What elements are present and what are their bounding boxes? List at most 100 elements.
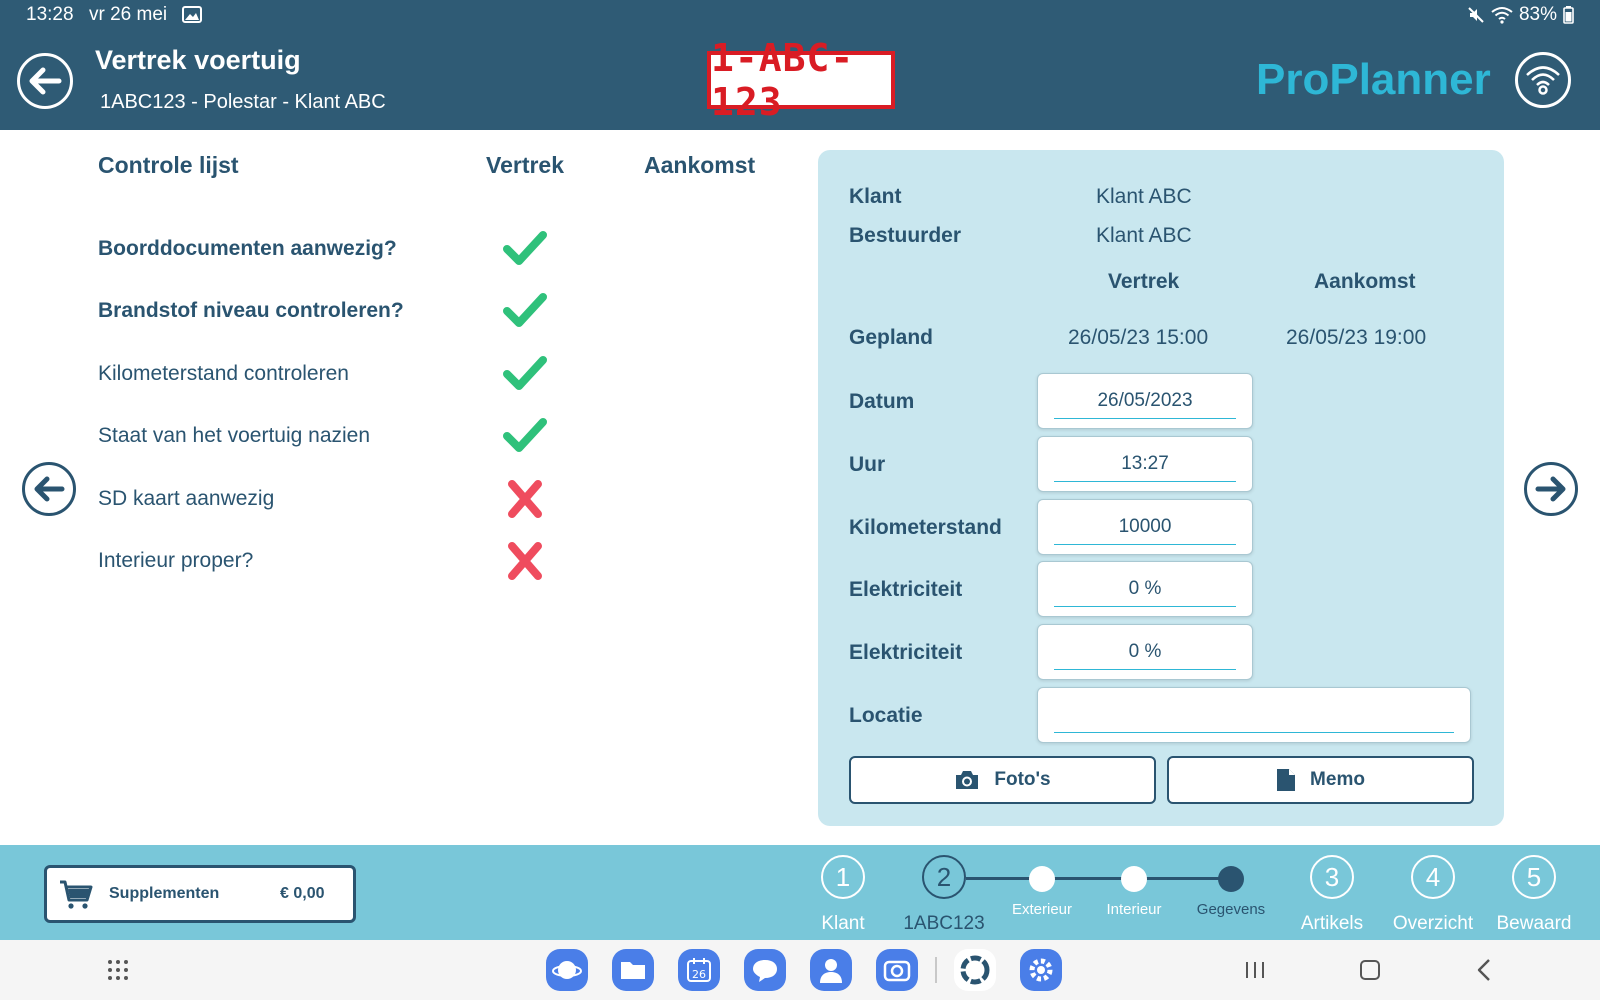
checklist-item-label: Boorddocumenten aanwezig? <box>98 237 397 260</box>
settings-app-icon[interactable] <box>1020 949 1062 991</box>
back-button[interactable] <box>17 53 73 109</box>
battery-percent: 83% <box>1518 4 1557 25</box>
home-icon[interactable] <box>1359 959 1381 981</box>
checklist-col-arrival: Aankomst <box>644 152 756 178</box>
substep-data[interactable] <box>1218 866 1244 892</box>
cross-icon[interactable] <box>502 542 548 580</box>
app-logo: ProPlanner <box>1256 55 1491 104</box>
calendar-app-icon[interactable]: 26 <box>678 949 720 991</box>
checklist-item-label: Interieur proper? <box>98 549 254 572</box>
license-plate: 1-ABC-123 <box>707 36 895 124</box>
image-icon <box>182 6 202 23</box>
nav-back-icon[interactable] <box>1476 958 1492 982</box>
photos-button-label: Foto's <box>994 769 1051 790</box>
messages-app-icon[interactable] <box>744 949 786 991</box>
wifi-icon <box>1491 7 1513 24</box>
svg-text:26: 26 <box>692 968 706 981</box>
camera-app-icon[interactable] <box>876 949 918 991</box>
camera-icon <box>883 960 911 982</box>
arrow-right-icon <box>1535 476 1566 502</box>
next-button[interactable] <box>1524 462 1578 516</box>
location-input[interactable] <box>1037 687 1471 743</box>
checklist-item-label: Kilometerstand controleren <box>98 362 349 385</box>
check-icon[interactable] <box>502 291 548 329</box>
electricity-input-2[interactable]: 0 % <box>1037 624 1253 680</box>
contacts-app-icon[interactable] <box>810 949 852 991</box>
date-label: Datum <box>849 390 915 413</box>
chat-bubble-icon <box>753 960 777 982</box>
status-bar: 13:28 vr 26 mei 83% <box>0 0 1600 32</box>
planned-label: Gepland <box>849 326 934 349</box>
panel-col-arrival: Aankomst <box>1314 270 1416 293</box>
mute-icon <box>1468 7 1484 23</box>
step-2-button[interactable]: 2 <box>922 855 966 899</box>
photos-button[interactable]: Foto's <box>849 756 1156 804</box>
status-time: 13:28 <box>26 4 74 25</box>
camera-icon <box>956 771 979 789</box>
app-drawer-icon[interactable] <box>106 958 130 982</box>
license-plate-text: 1-ABC-123 <box>711 36 855 124</box>
memo-button-label: Memo <box>1310 769 1365 790</box>
substep-exterior[interactable] <box>1029 866 1055 892</box>
mileage-input[interactable]: 10000 <box>1037 499 1253 555</box>
date-input[interactable]: 26/05/2023 <box>1037 373 1253 429</box>
step-1-button[interactable]: 1 <box>821 855 865 899</box>
step-5-button[interactable]: 5 <box>1512 855 1556 899</box>
mileage-label: Kilometerstand <box>849 516 1002 539</box>
planned-departure: 26/05/23 15:00 <box>1068 326 1209 349</box>
memo-button[interactable]: Memo <box>1167 756 1474 804</box>
check-icon[interactable] <box>502 416 548 454</box>
shopping-cart-icon <box>60 880 93 909</box>
signal-icon[interactable] <box>1515 52 1571 108</box>
checklist-item-label: Staat van het voertuig nazien <box>98 424 371 447</box>
page-subtitle: 1ABC123 - Polestar - Klant ABC <box>100 91 386 113</box>
arrow-left-icon <box>29 67 62 95</box>
step-4-button[interactable]: 4 <box>1411 855 1455 899</box>
page-title: Vertrek voertuig <box>95 45 301 75</box>
customer-label: Klant <box>849 185 902 208</box>
electricity-label-2: Elektriciteit <box>849 641 963 664</box>
driver-value: Klant ABC <box>1096 224 1192 247</box>
step-5-label: Bewaard <box>1496 913 1572 934</box>
previous-button[interactable] <box>22 462 76 516</box>
dock-divider <box>935 957 937 983</box>
supplements-amount: € 0,00 <box>280 885 325 902</box>
ring-icon <box>960 955 990 985</box>
person-icon <box>820 959 842 983</box>
gear-icon <box>1029 958 1053 982</box>
battery-icon <box>1563 6 1574 24</box>
check-icon[interactable] <box>502 229 548 267</box>
files-app-icon[interactable] <box>612 949 654 991</box>
electricity-input[interactable]: 0 % <box>1037 561 1253 617</box>
time-label: Uur <box>849 453 886 476</box>
substep-interior[interactable] <box>1121 866 1147 892</box>
checklist-title: Controle lijst <box>98 152 239 178</box>
checklist-col-departure: Vertrek <box>486 152 565 178</box>
step-3-button[interactable]: 3 <box>1310 855 1354 899</box>
proplanner-app-icon[interactable] <box>954 949 996 991</box>
recent-apps-icon[interactable] <box>1243 960 1267 980</box>
driver-label: Bestuurder <box>849 224 962 247</box>
status-date: vr 26 mei <box>89 4 168 25</box>
cross-icon[interactable] <box>502 480 548 518</box>
step-2-label: 1ABC123 <box>903 913 985 934</box>
status-icons: 83% <box>1467 4 1574 26</box>
internet-app-icon[interactable] <box>546 949 588 991</box>
customer-value: Klant ABC <box>1096 185 1192 208</box>
electricity-label: Elektriciteit <box>849 578 963 601</box>
substep-connector <box>966 877 1232 880</box>
check-icon[interactable] <box>502 354 548 392</box>
planet-icon <box>552 961 582 979</box>
panel-col-departure: Vertrek <box>1108 270 1180 293</box>
wifi-signal-icon <box>1526 66 1560 95</box>
checklist-item-label: Brandstof niveau controleren? <box>98 299 404 322</box>
supplements-label: Supplementen <box>109 885 220 902</box>
folder-icon <box>621 962 645 979</box>
substep-interior-label: Interieur <box>1106 901 1162 918</box>
supplements-button[interactable]: Supplementen € 0,00 <box>44 865 356 923</box>
planned-arrival: 26/05/23 19:00 <box>1286 326 1427 349</box>
calendar-icon: 26 <box>687 958 711 982</box>
arrow-left-icon <box>34 476 65 502</box>
location-label: Locatie <box>849 704 923 727</box>
time-input[interactable]: 13:27 <box>1037 436 1253 492</box>
